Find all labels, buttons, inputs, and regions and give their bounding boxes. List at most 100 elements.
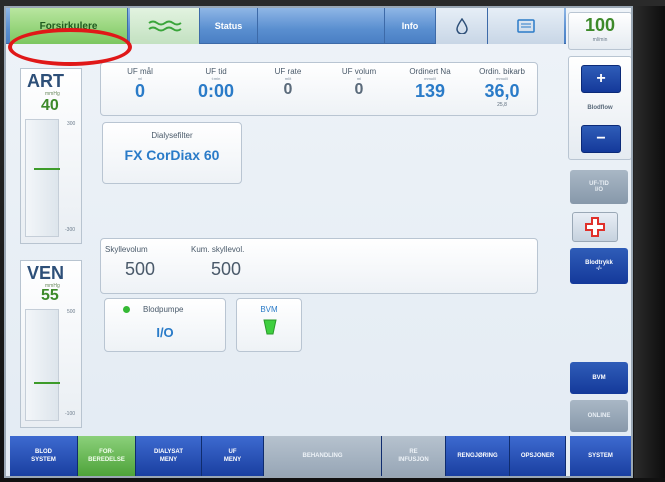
art-level-marker xyxy=(34,168,60,170)
uf-maal-value: 0 xyxy=(134,81,145,101)
rinse-volume-value[interactable]: 500 xyxy=(125,259,155,280)
ven-bar xyxy=(25,309,60,421)
art-gauge: ART mmHg 40 300 -300 xyxy=(20,68,82,244)
nav-label: UF xyxy=(228,449,237,455)
nav-reinfusjon[interactable]: RE INFUSJON xyxy=(382,436,446,476)
nav-dialysat-meny[interactable]: DIALYSAT MENY xyxy=(136,436,202,476)
blood-flow-minus-button[interactable]: − xyxy=(581,125,621,153)
blood-pump-value: I/O xyxy=(156,325,174,340)
blood-pressure-value: -/- xyxy=(596,266,602,272)
nav-label: MENY xyxy=(223,457,242,463)
uf-volum-label: UF volum xyxy=(341,67,377,76)
uf-tid[interactable]: UF tid t:min 0:00 xyxy=(181,67,251,102)
art-label: ART xyxy=(27,71,64,91)
mode-label: Forsirkulere xyxy=(39,20,98,32)
nav-opsjoner[interactable]: OPSJONER xyxy=(510,436,566,476)
mode-button-forsirkulere[interactable]: Forsirkulere xyxy=(10,8,128,44)
dialysis-screen: Forsirkulere Status Info ART mmHg 40 300… xyxy=(4,6,633,478)
nav-label: SYSTEM xyxy=(588,453,613,459)
ordin-bikarb-extra: 25,8 xyxy=(497,102,507,108)
blood-pump-card[interactable]: Blodpumpe I/O xyxy=(104,298,226,352)
right-column: 100 ml/min + Blodflow − UF-TID I/O Blodt… xyxy=(568,8,631,476)
cum-rinse-volume-label: Kum. skyllevol. xyxy=(191,245,245,254)
nav-uf-meny[interactable]: UF MENY xyxy=(202,436,264,476)
info-button[interactable]: Info xyxy=(384,8,436,44)
wave-icon xyxy=(147,20,182,32)
nav-label: MENY xyxy=(159,457,178,463)
nav-label: INFUSJON xyxy=(398,457,429,463)
nav-label: BLOD xyxy=(35,449,52,455)
ordinert-na-value: 139 xyxy=(414,81,446,101)
dialysis-filter-label: Dialysefilter xyxy=(151,131,193,140)
ven-value: 55 xyxy=(41,287,59,304)
uf-panel: UF mål ml 0 UF tid t:min 0:00 UF rate ml… xyxy=(100,62,538,116)
ordin-bikarb-label: Ordin. bikarb xyxy=(479,67,525,76)
nav-blod-system[interactable]: BLOD SYSTEM xyxy=(10,436,78,476)
ordinert-na[interactable]: Ordinert Na mmol/l 139 xyxy=(397,67,463,102)
cum-rinse-volume-value: 500 xyxy=(211,259,242,279)
nav-system[interactable]: SYSTEM xyxy=(570,436,631,476)
ordin-bikarb[interactable]: Ordin. bikarb mmol/l 36,0 25,8 xyxy=(467,67,537,108)
online-button-label: ONLINE xyxy=(587,413,611,419)
medical-plus-button[interactable] xyxy=(572,212,618,242)
nav-label: SYSTEM xyxy=(31,457,56,463)
dialysis-filter-value: FX CorDiax 60 xyxy=(124,147,220,163)
blood-flow-display: 100 ml/min xyxy=(568,12,631,50)
rinse-volume-label: Skyllevolum xyxy=(105,245,148,254)
uf-volum-value: 0 xyxy=(354,81,364,98)
drop-button[interactable] xyxy=(436,8,488,44)
document-button[interactable] xyxy=(488,8,564,44)
nav-forberedelse[interactable]: FOR- BEREDELSE xyxy=(78,436,136,476)
uf-rate-label: UF rate xyxy=(274,67,302,76)
ven-scale-top: 500 xyxy=(67,309,76,315)
medical-cross-icon xyxy=(585,217,605,237)
online-button[interactable]: ONLINE xyxy=(570,400,628,432)
bvm-cup-icon xyxy=(263,319,277,335)
rinse-panel: Skyllevolum 500 Kum. skyllevol. 500 xyxy=(100,238,538,294)
bvm-button-label: BVM xyxy=(592,375,606,381)
art-value: 40 xyxy=(41,97,59,114)
uf-tid-button[interactable]: UF-TID I/O xyxy=(570,170,628,204)
document-icon xyxy=(517,19,535,33)
bvm-button[interactable]: BVM xyxy=(570,362,628,394)
uf-rate[interactable]: UF rate ml/t 0 xyxy=(259,67,317,99)
uf-volum[interactable]: UF volum ml 0 xyxy=(327,67,391,99)
nav-label: RENGJØRING xyxy=(457,453,498,459)
nav-behandling[interactable]: BEHANDLING xyxy=(264,436,382,476)
art-bar xyxy=(25,119,60,237)
uf-tid-button-value: I/O xyxy=(594,187,603,193)
nav-label: RE xyxy=(409,449,418,455)
blood-pump-label: Blodpumpe xyxy=(143,305,184,314)
nav-label: OPSJONER xyxy=(520,453,555,459)
blood-flow-plus-button[interactable]: + xyxy=(581,65,621,93)
nav-rengjoring[interactable]: RENGJØRING xyxy=(446,436,510,476)
blood-flow-value: 100 xyxy=(584,15,616,35)
uf-maal-label: UF mål xyxy=(127,67,153,76)
blood-flow-control: + Blodflow − xyxy=(568,56,631,160)
info-label: Info xyxy=(401,21,419,31)
ordinert-na-label: Ordinert Na xyxy=(409,67,451,76)
status-label: Status xyxy=(214,21,243,31)
uf-rate-value: 0 xyxy=(283,81,293,98)
top-bar: Forsirkulere Status Info xyxy=(6,8,566,44)
nav-label: FOR- xyxy=(99,449,114,455)
ordin-bikarb-value: 36,0 xyxy=(484,81,520,101)
blood-pressure-button[interactable]: Blodtrykk -/- xyxy=(570,248,628,284)
ven-gauge: VEN mmHg 55 500 -100 xyxy=(20,260,82,428)
bottom-nav: BLOD SYSTEM FOR- BEREDELSE DIALYSAT MENY… xyxy=(10,436,631,476)
uf-maal[interactable]: UF mål ml 0 xyxy=(111,67,169,102)
ven-level-marker xyxy=(34,382,60,384)
uf-tid-value: 0:00 xyxy=(197,81,235,101)
nav-label: BEREDELSE xyxy=(88,457,125,463)
art-scale-top: 300 xyxy=(67,121,76,127)
dialysis-filter-card[interactable]: Dialysefilter FX CorDiax 60 xyxy=(102,122,242,184)
monitor-side-edge xyxy=(634,6,665,478)
bvm-card[interactable]: BVM xyxy=(236,298,302,352)
nav-label: BEHANDLING xyxy=(302,453,343,459)
bvm-label: BVM xyxy=(260,305,278,314)
pump-status-icon xyxy=(123,306,130,313)
uf-tid-label: UF tid xyxy=(205,67,227,76)
blood-flow-unit: ml/min xyxy=(592,37,608,43)
wave-button[interactable] xyxy=(130,8,200,44)
status-button[interactable]: Status xyxy=(200,8,258,44)
